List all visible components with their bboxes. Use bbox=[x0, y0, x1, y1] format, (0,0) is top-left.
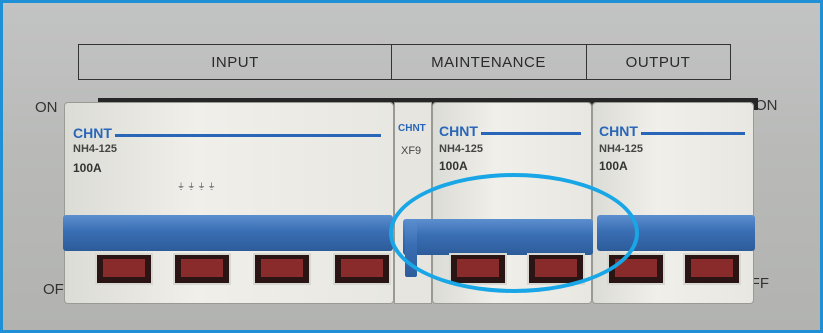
brand-stripe bbox=[481, 132, 581, 135]
indicator-window bbox=[683, 253, 741, 285]
maintenance-label: MAINTENANCE bbox=[391, 44, 587, 80]
indicator-window bbox=[253, 253, 311, 285]
breaker-brand: CHNT bbox=[73, 125, 112, 141]
terminal-markings: ⏚ ⏚ ⏚ ⏚ bbox=[177, 182, 216, 191]
breaker-rating: 100A bbox=[73, 161, 102, 175]
panel: INPUT MAINTENANCE OUTPUT ON ON OFF OFF C… bbox=[3, 3, 820, 330]
on-label-left: ON bbox=[35, 99, 58, 116]
breaker-brand: CHNT bbox=[599, 123, 638, 139]
breaker-rating: 100A bbox=[599, 159, 628, 173]
input-label: INPUT bbox=[78, 44, 392, 80]
brand-stripe bbox=[641, 132, 745, 135]
aux-brand: CHNT bbox=[398, 123, 426, 134]
highlight-circle bbox=[389, 173, 639, 293]
breaker-model: NH4-125 bbox=[599, 143, 644, 155]
breaker-model: NH4-125 bbox=[439, 143, 484, 155]
brand-stripe bbox=[115, 134, 381, 137]
input-handle[interactable] bbox=[63, 215, 393, 251]
breaker-model: NH4-125 bbox=[73, 143, 118, 155]
on-label-right: ON bbox=[755, 97, 778, 114]
indicator-window bbox=[95, 253, 153, 285]
indicator-window bbox=[333, 253, 391, 285]
breaker-rating: 100A bbox=[439, 159, 468, 173]
aux-model: XF9 bbox=[401, 145, 422, 157]
breaker-brand: CHNT bbox=[439, 123, 478, 139]
indicator-window bbox=[173, 253, 231, 285]
output-label: OUTPUT bbox=[586, 44, 731, 80]
